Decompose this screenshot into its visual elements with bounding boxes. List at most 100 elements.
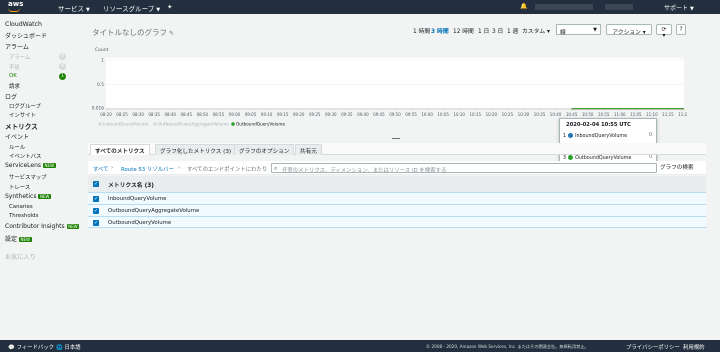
- row-checkbox[interactable]: ✓: [93, 220, 99, 226]
- sidebar-item-events[interactable]: イベント: [5, 132, 29, 141]
- aws-logo[interactable]: aws: [8, 1, 23, 12]
- sidebar-item-label: 設定: [5, 236, 18, 243]
- sidebar-item-servicelens[interactable]: ServiceLens NEW: [5, 162, 56, 169]
- breadcrumb-all[interactable]: すべて: [93, 165, 109, 173]
- region-menu[interactable]: [605, 4, 633, 10]
- time-range-1w[interactable]: 1 週: [507, 26, 518, 35]
- breadcrumb-separator: ›: [178, 165, 181, 171]
- x-tick-label: 09:05: [245, 112, 257, 117]
- sidebar-item-traces[interactable]: トレース: [9, 183, 30, 191]
- sidebar-item-service-map[interactable]: サービスマップ: [9, 173, 47, 181]
- tab-graph-options[interactable]: グラフのオプション: [234, 144, 295, 155]
- sidebar-item-alarm-state[interactable]: アラーム: [9, 53, 30, 61]
- x-tick-label: 10:55: [598, 112, 610, 117]
- table-row[interactable]: ✓ OutboundQueryAggregateVolume: [88, 204, 706, 216]
- sidebar-item-alarms[interactable]: アラーム: [5, 42, 29, 51]
- pin-icon[interactable]: ✦: [167, 3, 172, 11]
- row-checkbox[interactable]: ✓: [93, 208, 99, 214]
- time-range-3h[interactable]: 3 時間: [431, 26, 449, 35]
- chart-tooltip: 2020-02-04 10:55 UTC 1 InboundQueryVolume…: [559, 118, 657, 166]
- pencil-icon[interactable]: ✎: [169, 30, 174, 37]
- resize-handle[interactable]: [392, 138, 400, 139]
- time-range-custom[interactable]: カスタム ▾: [522, 26, 550, 35]
- x-tick-label: 10:10: [453, 112, 465, 117]
- sidebar-item-favorites[interactable]: お気に入り: [5, 252, 36, 261]
- x-tick-label: 11:20: [678, 112, 687, 117]
- graph-search-button[interactable]: グラフの検索: [660, 163, 694, 171]
- select-all-checkbox[interactable]: ✓: [93, 181, 99, 187]
- tooltip-row: 1 InboundQueryVolume: [563, 133, 628, 139]
- y-tick-label: 0.5: [97, 82, 104, 88]
- sidebar-item-canaries[interactable]: Canaries: [9, 204, 33, 210]
- row-checkbox[interactable]: ✓: [93, 196, 99, 202]
- feedback-link[interactable]: 💬 フィードバック: [8, 343, 54, 351]
- new-badge: NEW: [43, 163, 56, 168]
- x-tick-label: 09:45: [373, 112, 385, 117]
- new-badge: NEW: [19, 237, 32, 242]
- sidebar-item-thresholds[interactable]: Thresholds: [9, 213, 38, 219]
- x-tick-label: 10:25: [502, 112, 514, 117]
- x-tick-label: 10:45: [566, 112, 578, 117]
- x-tick-label: 10:30: [518, 112, 530, 117]
- sidebar-item-cloudwatch[interactable]: CloudWatch: [5, 21, 42, 28]
- x-tick-label: 08:25: [116, 112, 128, 117]
- sidebar-item-synthetics[interactable]: Synthetics NEW: [5, 193, 51, 200]
- metrics-search-input[interactable]: ⌕ 任意のメトリクス、ディメンション、またはリソース ID を検索する: [271, 163, 657, 174]
- tab-graphed-metrics[interactable]: グラフ化したメトリクス (3): [155, 144, 237, 155]
- sidebar-item-label: ServiceLens: [5, 162, 42, 169]
- x-tick-label: 09:50: [389, 112, 401, 117]
- privacy-policy-link[interactable]: プライバシーポリシー: [626, 343, 680, 351]
- legend-swatch: [153, 122, 157, 126]
- bell-icon[interactable]: 🔔: [520, 3, 527, 10]
- actions-button[interactable]: アクション ▾: [606, 24, 652, 36]
- services-menu[interactable]: サービス ▼: [58, 3, 90, 13]
- alarm-count-badge: 0: [59, 53, 66, 60]
- resource-groups-menu[interactable]: リソースグループ ▼: [103, 3, 160, 13]
- sidebar-item-event-buses[interactable]: イベントバス: [9, 152, 41, 160]
- time-range-12h[interactable]: 12 時間: [453, 26, 474, 35]
- tooltip-value: 0: [648, 133, 652, 138]
- chat-icon: 💬: [8, 345, 15, 351]
- x-tick-label: 09:15: [277, 112, 289, 117]
- language-selector[interactable]: 🌐 日本語: [56, 343, 81, 351]
- graph-title[interactable]: タイトルなしのグラフ ✎: [92, 27, 174, 38]
- tab-share[interactable]: 共有元: [295, 144, 322, 155]
- sidebar-item-metrics[interactable]: メトリクス: [5, 121, 38, 131]
- sidebar-item-contributor-insights[interactable]: Contributor Insights NEW: [5, 223, 80, 230]
- legend-swatch: [231, 122, 235, 126]
- sidebar-item-label: Synthetics: [5, 193, 37, 200]
- sidebar-item-ok[interactable]: OK: [9, 73, 17, 79]
- time-range-1d[interactable]: 1 日: [478, 26, 489, 35]
- sidebar-item-insights[interactable]: インサイト: [9, 111, 36, 119]
- column-header-metric-name[interactable]: メトリクス名 (3): [108, 180, 154, 189]
- table-row[interactable]: ✓ OutboundQueryVolume: [88, 216, 706, 228]
- metrics-line-chart: Count 1 0.5 0.01608:20 08:25 08:30 08:35 08:40 0…: [92, 47, 687, 127]
- refresh-button[interactable]: ⟳ ▾: [656, 24, 672, 39]
- chart-type-select[interactable]: 線 ▼: [556, 24, 601, 36]
- search-icon: ⌕: [274, 165, 278, 172]
- x-tick-label: 10:50: [582, 112, 594, 117]
- account-menu[interactable]: [535, 4, 593, 10]
- series-color-swatch: [568, 155, 574, 160]
- sidebar-item-logs[interactable]: ログ: [5, 92, 17, 101]
- chevron-down-icon: ▼: [86, 7, 90, 13]
- sidebar-item-insufficient[interactable]: 不足: [9, 63, 20, 71]
- help-button[interactable]: ?: [676, 24, 686, 35]
- table-row[interactable]: ✓ InboundQueryVolume: [88, 192, 706, 204]
- time-range-1h[interactable]: 1 時間: [413, 26, 430, 35]
- sidebar-item-dashboard[interactable]: ダッシュボード: [5, 31, 47, 40]
- support-menu[interactable]: サポート ▼: [664, 3, 694, 12]
- breadcrumb-namespace[interactable]: Route 53 リゾルバー: [121, 165, 174, 173]
- x-tick-label: 10:15: [470, 112, 482, 117]
- breadcrumb-dimension: すべてのエンドポイントにわたり: [187, 167, 268, 173]
- tab-all-metrics[interactable]: すべてのメトリクス: [90, 144, 150, 155]
- sidebar-item-log-groups[interactable]: ロググループ: [9, 102, 41, 110]
- sidebar-item-billing[interactable]: 請求: [9, 82, 20, 90]
- sidebar-item-settings[interactable]: 設定 NEW: [5, 234, 32, 243]
- top-navigation-bar: aws サービス ▼ リソースグループ ▼ ✦ 🔔 サポート ▼: [0, 0, 720, 14]
- sidebar-item-rules[interactable]: ルール: [9, 143, 25, 151]
- x-tick-label: 08:35: [148, 112, 160, 117]
- time-range-3d[interactable]: 3 日: [492, 26, 503, 35]
- terms-link[interactable]: 利用規約: [683, 343, 705, 351]
- x-tick-label: 11:15: [662, 112, 674, 117]
